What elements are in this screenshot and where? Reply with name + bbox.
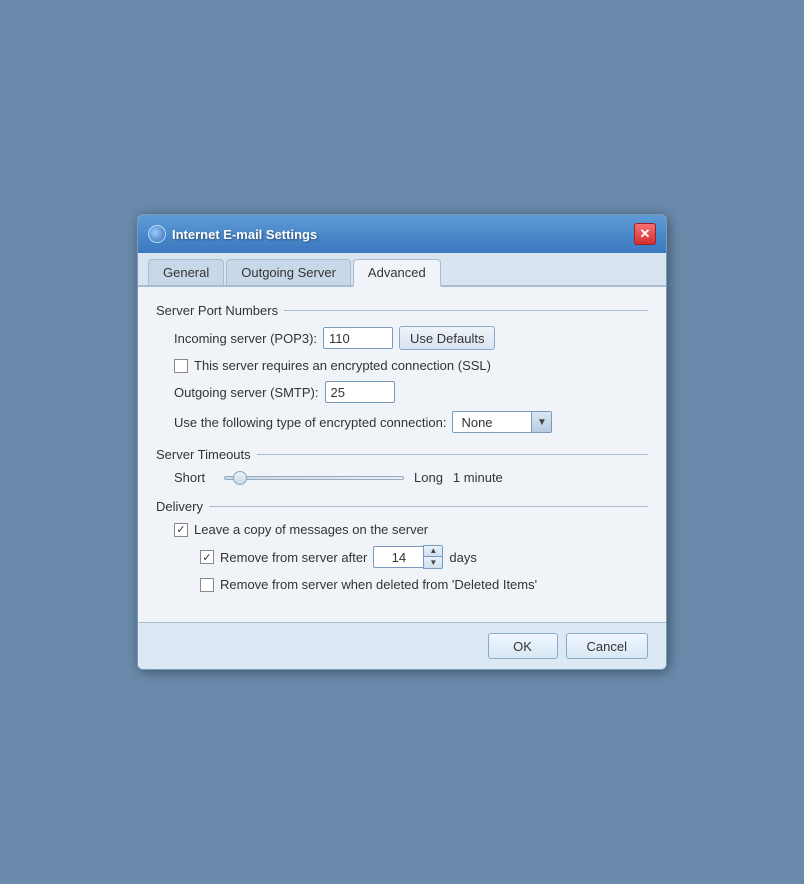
remove-deleted-label: Remove from server when deleted from 'De… bbox=[220, 577, 537, 592]
spinner-down-button[interactable]: ▼ bbox=[424, 557, 442, 568]
outgoing-server-input[interactable] bbox=[325, 381, 395, 403]
server-ports-title: Server Port Numbers bbox=[156, 303, 648, 318]
title-bar-left: Internet E-mail Settings bbox=[148, 225, 317, 243]
short-label: Short bbox=[174, 470, 214, 485]
incoming-server-input[interactable] bbox=[323, 327, 393, 349]
delivery-content: Leave a copy of messages on the server R… bbox=[156, 522, 648, 592]
days-input[interactable] bbox=[373, 546, 423, 568]
ok-button[interactable]: OK bbox=[488, 633, 558, 659]
tab-outgoing-server[interactable]: Outgoing Server bbox=[226, 259, 351, 285]
long-label: Long bbox=[414, 470, 443, 485]
remove-deleted-checkbox[interactable] bbox=[200, 578, 214, 592]
remove-after-row: Remove from server after ▲ ▼ days bbox=[174, 545, 648, 569]
content-area: Server Port Numbers Incoming server (POP… bbox=[138, 287, 666, 622]
delivery-section: Delivery Leave a copy of messages on the… bbox=[156, 499, 648, 592]
timeout-value: 1 minute bbox=[453, 470, 503, 485]
dropdown-arrow-icon[interactable]: ▼ bbox=[531, 412, 551, 432]
encryption-label: Use the following type of encrypted conn… bbox=[174, 415, 446, 430]
ssl-checkbox[interactable] bbox=[174, 359, 188, 373]
tab-general[interactable]: General bbox=[148, 259, 224, 285]
ssl-label: This server requires an encrypted connec… bbox=[194, 358, 491, 373]
remove-after-label: Remove from server after bbox=[220, 550, 367, 565]
remove-after-checkbox[interactable] bbox=[200, 550, 214, 564]
leave-copy-checkbox[interactable] bbox=[174, 523, 188, 537]
incoming-server-label: Incoming server (POP3): bbox=[174, 331, 317, 346]
app-icon bbox=[148, 225, 166, 243]
leave-copy-row: Leave a copy of messages on the server bbox=[174, 522, 648, 537]
dialog-footer: OK Cancel bbox=[138, 622, 666, 669]
server-ports-content: Incoming server (POP3): Use Defaults Thi… bbox=[156, 326, 648, 433]
outgoing-server-label: Outgoing server (SMTP): bbox=[174, 385, 319, 400]
ssl-checkbox-row: This server requires an encrypted connec… bbox=[174, 358, 648, 373]
close-button[interactable]: ✕ bbox=[634, 223, 656, 245]
tab-bar: General Outgoing Server Advanced bbox=[138, 253, 666, 287]
title-bar: Internet E-mail Settings ✕ bbox=[138, 215, 666, 253]
spinner-buttons: ▲ ▼ bbox=[423, 545, 443, 569]
outgoing-server-row: Outgoing server (SMTP): bbox=[174, 381, 648, 403]
use-defaults-button[interactable]: Use Defaults bbox=[399, 326, 495, 350]
days-spinner: ▲ ▼ bbox=[373, 545, 443, 569]
timeout-slider[interactable] bbox=[224, 476, 404, 480]
leave-copy-label: Leave a copy of messages on the server bbox=[194, 522, 428, 537]
incoming-server-row: Incoming server (POP3): Use Defaults bbox=[174, 326, 648, 350]
remove-deleted-row: Remove from server when deleted from 'De… bbox=[174, 577, 648, 592]
server-timeouts-content: Short Long 1 minute bbox=[156, 470, 648, 485]
dialog: Internet E-mail Settings ✕ General Outgo… bbox=[137, 214, 667, 670]
encryption-row: Use the following type of encrypted conn… bbox=[174, 411, 648, 433]
tab-advanced[interactable]: Advanced bbox=[353, 259, 441, 287]
days-label: days bbox=[449, 550, 476, 565]
dialog-title: Internet E-mail Settings bbox=[172, 227, 317, 242]
server-timeouts-title: Server Timeouts bbox=[156, 447, 648, 462]
spinner-up-button[interactable]: ▲ bbox=[424, 546, 442, 557]
server-ports-section: Server Port Numbers Incoming server (POP… bbox=[156, 303, 648, 433]
encryption-value: None bbox=[453, 415, 531, 430]
slider-row: Short Long 1 minute bbox=[174, 470, 648, 485]
encryption-dropdown[interactable]: None ▼ bbox=[452, 411, 552, 433]
delivery-title: Delivery bbox=[156, 499, 648, 514]
cancel-button[interactable]: Cancel bbox=[566, 633, 648, 659]
server-timeouts-section: Server Timeouts Short Long 1 minute bbox=[156, 447, 648, 485]
slider-thumb[interactable] bbox=[233, 471, 247, 485]
